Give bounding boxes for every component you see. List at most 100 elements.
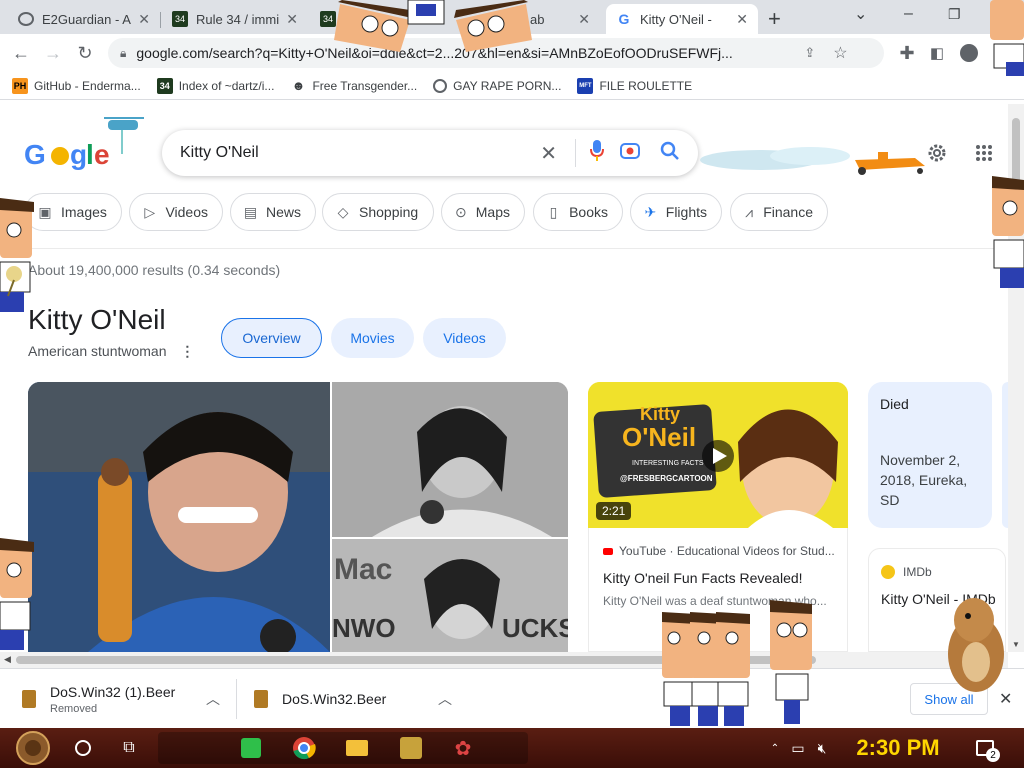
cartoon-guy-right[interactable]: [988, 176, 1024, 288]
chip-label: Books: [569, 204, 608, 220]
tab-videos[interactable]: Videos: [423, 318, 506, 358]
restore-button[interactable]: ❐: [948, 6, 961, 23]
download-item-2[interactable]: DoS.Win32.Beer ︿: [254, 677, 464, 721]
scroll-down-arrow-icon[interactable]: ▼: [1012, 640, 1020, 649]
microphone-icon[interactable]: [590, 139, 604, 167]
cartoon-guy-single[interactable]: [766, 600, 818, 726]
tab-title: E2Guardian - A: [42, 11, 131, 27]
sticky-notes-icon[interactable]: [236, 732, 266, 764]
site-34-icon: 34: [156, 77, 173, 94]
bookmark-free-transgender[interactable]: ☻ Free Transgender...: [290, 78, 418, 94]
chevron-up-icon[interactable]: ︿: [438, 689, 452, 709]
svg-text:NWO: NWO: [332, 613, 396, 643]
chip-label: Shopping: [359, 204, 419, 220]
video-title[interactable]: Kitty O'neil Fun Facts Revealed!: [603, 570, 803, 586]
died-card[interactable]: Died November 2, 2018, Eureka, SD: [868, 382, 992, 528]
chip-videos[interactable]: ▷ Videos: [129, 193, 223, 231]
main-photo[interactable]: [28, 382, 330, 652]
chip-finance[interactable]: ⩘ Finance: [730, 193, 828, 231]
file-explorer-icon[interactable]: [342, 732, 372, 764]
chip-label: Finance: [763, 204, 813, 220]
volume-muted-icon[interactable]: 🔇︎: [812, 732, 832, 764]
video-duration: 2:21: [596, 502, 632, 520]
thumb-text-handle: @FRESBERGCARTOON: [620, 474, 713, 483]
task-view-icon[interactable]: ⧉: [116, 732, 142, 764]
search-icon[interactable]: [660, 141, 680, 166]
notification-center-icon[interactable]: 2: [970, 732, 1000, 764]
close-tab-icon[interactable]: ✕: [138, 11, 150, 28]
tab-e2guardian[interactable]: E2Guardian - A ✕: [8, 4, 160, 34]
network-icon[interactable]: ▭: [788, 732, 808, 764]
bookmark-index-dartz[interactable]: 34 Index of ~dartz/i...: [156, 77, 274, 94]
bookmark-label: GAY RAPE PORN...: [453, 78, 562, 93]
cartoon-guy-left-lower[interactable]: [0, 538, 36, 650]
cartoon-guy-topright[interactable]: [986, 0, 1024, 76]
apps-grid-icon[interactable]: [975, 144, 993, 165]
chip-books[interactable]: ▯ Books: [533, 193, 623, 231]
download-divider: [236, 679, 237, 719]
bookmark-gay[interactable]: GAY RAPE PORN...: [433, 78, 562, 93]
bookmark-star-icon[interactable]: ☆: [833, 43, 847, 63]
hamster-mascot[interactable]: [940, 592, 1010, 696]
chip-news[interactable]: ▤ News: [230, 193, 316, 231]
new-tab-button[interactable]: +: [768, 6, 781, 32]
tab-movies[interactable]: Movies: [331, 318, 414, 358]
bookmark-file-roulette[interactable]: MFT FILE ROULETTE: [577, 77, 692, 94]
horizontal-scrollbar[interactable]: ◀: [0, 652, 1008, 668]
reload-button[interactable]: ↻: [74, 42, 96, 64]
forward-button[interactable]: →: [42, 42, 64, 64]
close-tab-icon[interactable]: ✕: [578, 11, 590, 28]
bw-photo-2[interactable]: Mac NWO UCKS: [332, 539, 568, 652]
bookmark-github[interactable]: PH GitHub - Enderma...: [12, 77, 141, 94]
tab-rule34[interactable]: 34 Rule 34 / immi ✕: [162, 4, 308, 34]
search-circle-icon[interactable]: [70, 732, 96, 764]
google-icon: G: [618, 11, 630, 27]
tab-search-button[interactable]: ⌄: [854, 4, 867, 24]
tab-kitty-oneil[interactable]: G Kitty O'Neil - ✕: [606, 4, 758, 34]
close-tab-icon[interactable]: ✕: [286, 11, 298, 28]
search-input[interactable]: Kitty O'Neil: [180, 144, 540, 162]
source-text: YouTube · Educational Videos for Stud...: [619, 544, 835, 558]
extensions-icon[interactable]: ✚: [896, 42, 918, 64]
close-tab-icon[interactable]: ✕: [736, 11, 748, 28]
chrome-icon[interactable]: [288, 732, 320, 764]
chip-maps[interactable]: ⊙ Maps: [441, 193, 525, 231]
share-icon[interactable]: ⇪: [804, 45, 815, 61]
app-red-icon[interactable]: ✿: [448, 732, 478, 764]
tab-divider: [160, 12, 161, 28]
video-source: YouTube · Educational Videos for Stud...: [603, 544, 835, 558]
chip-label: Videos: [165, 204, 208, 220]
tab-overview[interactable]: Overview: [221, 318, 322, 358]
video-thumbnail[interactable]: Kitty O'Neil INTERESTING FACTS @FRESBERG…: [588, 382, 848, 528]
knowledge-panel-title: Kitty O'Neil: [28, 304, 166, 335]
chip-flights[interactable]: ✈ Flights: [630, 193, 722, 231]
svg-text:e: e: [94, 139, 110, 170]
search-box[interactable]: Kitty O'Neil ✕: [162, 130, 698, 176]
app-box-icon[interactable]: [396, 732, 426, 764]
more-options-icon[interactable]: ⋮: [180, 343, 194, 359]
ph-icon: PH: [12, 77, 28, 94]
download-item-1[interactable]: DoS.Win32 (1).Beer Removed ︿: [22, 677, 232, 721]
clear-icon[interactable]: ✕: [540, 141, 557, 166]
chip-shopping[interactable]: ◇ Shopping: [322, 193, 434, 231]
chip-images[interactable]: ▣ Images: [24, 193, 122, 231]
settings-gear-icon[interactable]: [926, 142, 948, 167]
svg-text:UCKS: UCKS: [502, 613, 568, 643]
clock[interactable]: 2:30 PM: [848, 732, 948, 764]
cartoon-head-right[interactable]: [446, 0, 536, 56]
profile-avatar[interactable]: [958, 42, 980, 64]
download-filename: DoS.Win32.Beer: [282, 691, 387, 707]
tray-chevron-icon[interactable]: ⌃: [768, 732, 782, 764]
scroll-left-arrow-icon[interactable]: ◀: [4, 654, 11, 665]
google-doodle-logo[interactable]: G g l e: [24, 114, 154, 174]
back-button[interactable]: ←: [10, 42, 32, 64]
camera-lens-icon[interactable]: [620, 142, 640, 165]
start-button[interactable]: [8, 731, 58, 765]
chevron-up-icon[interactable]: ︿: [206, 689, 220, 709]
cartoon-body-center[interactable]: [404, 0, 448, 30]
minimize-button[interactable]: –: [904, 5, 913, 23]
bw-photo-1[interactable]: [332, 382, 568, 537]
cartoon-guy-group[interactable]: [660, 612, 756, 728]
side-panel-icon[interactable]: ◧: [926, 42, 948, 64]
tab-title: Rule 34 / immi: [196, 11, 280, 27]
